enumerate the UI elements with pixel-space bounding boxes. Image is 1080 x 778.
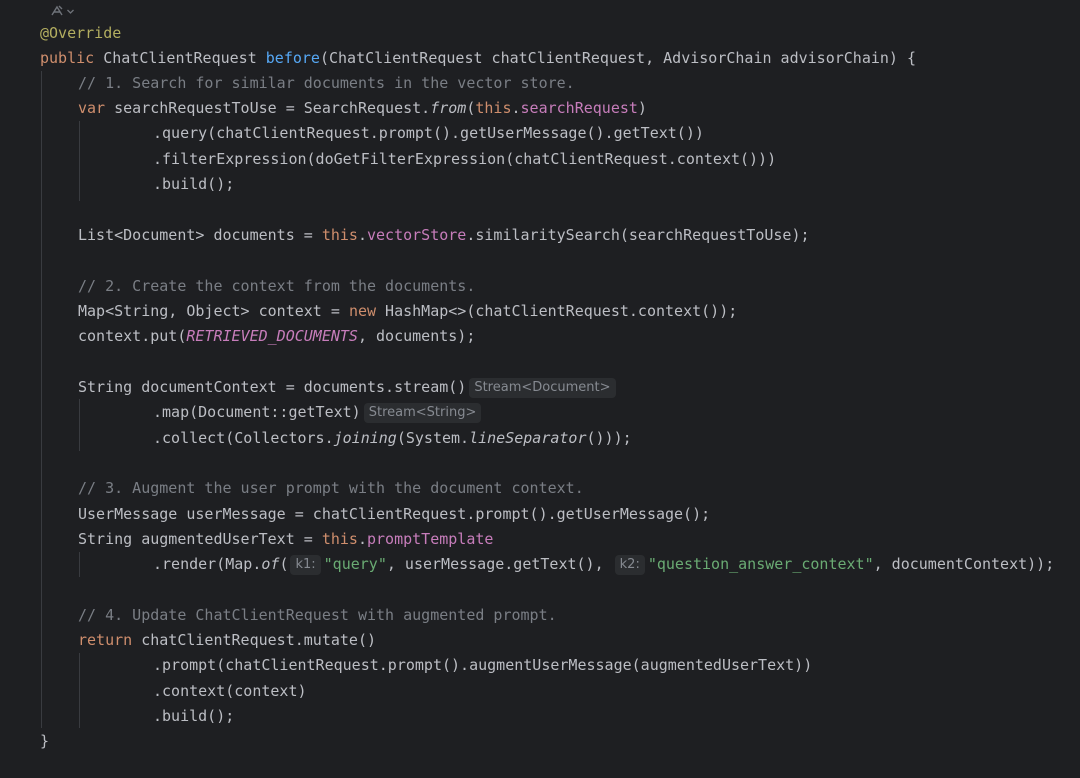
code-text: String augmentedUserText = <box>78 530 322 548</box>
type-hint: Stream<Document> <box>469 378 616 398</box>
code-text: .prompt(chatClientRequest.prompt().augme… <box>153 656 813 674</box>
code-line[interactable]: } <box>40 729 49 754</box>
code-text: ( <box>279 555 289 573</box>
static-method: of <box>261 555 280 573</box>
code-text: .render(Map. <box>153 555 262 573</box>
code-line[interactable]: // 4. Update ChatClientRequest with augm… <box>78 603 557 628</box>
code-text: .query(chatClientRequest.prompt().getUse… <box>153 124 704 142</box>
code-text: , documents); <box>357 327 476 345</box>
code-text: . <box>511 99 521 117</box>
keyword: this <box>321 530 358 548</box>
indent-guide <box>79 552 80 577</box>
parameter-hint: k1: <box>290 555 321 575</box>
code-line[interactable]: String augmentedUserText = this.promptTe… <box>78 527 493 552</box>
keyword: var <box>78 99 106 117</box>
code-text: context.put( <box>78 327 187 345</box>
code-line[interactable]: UserMessage userMessage = chatClientRequ… <box>78 502 710 527</box>
code-text: List<Document> documents = <box>78 226 322 244</box>
code-text: String documentContext = documents.strea… <box>78 378 467 396</box>
code-line[interactable]: .build(); <box>153 704 234 729</box>
code-text: (ChatClientRequest chatClientRequest, Ad… <box>319 49 916 67</box>
comment: // 1. Search for similar documents in th… <box>78 74 575 92</box>
code-text: ) <box>637 99 647 117</box>
code-line[interactable]: var searchRequestToUse = SearchRequest.f… <box>78 96 647 121</box>
inlay-hints-toggle[interactable] <box>50 3 75 21</box>
code-line[interactable]: // 3. Augment the user prompt with the d… <box>78 476 584 501</box>
indent-guide <box>79 399 80 451</box>
field: vectorStore <box>367 226 467 244</box>
code-text: ( <box>466 99 476 117</box>
string-literal: "question_answer_context" <box>647 555 874 573</box>
annotation: @Override <box>40 24 122 42</box>
code-text: .build(); <box>153 175 235 193</box>
code-text: UserMessage userMessage = chatClientRequ… <box>78 505 711 523</box>
code-text: .build(); <box>153 707 235 725</box>
code-line[interactable]: .build(); <box>153 172 234 197</box>
code-text: , userMessage.getText(), <box>386 555 613 573</box>
code-text: .filterExpression(doGetFilterExpression(… <box>153 150 777 168</box>
code-text: (System. <box>396 429 470 447</box>
code-line[interactable]: @Override <box>40 21 121 46</box>
static-method: joining <box>333 429 397 447</box>
closing-brace: } <box>40 732 50 750</box>
code-text: . <box>357 530 367 548</box>
code-line[interactable]: .context(context) <box>153 679 307 704</box>
type-hint: Stream<String> <box>363 403 482 423</box>
constant: RETRIEVED_DOCUMENTS <box>186 327 358 345</box>
code-line[interactable]: // 1. Search for similar documents in th… <box>78 71 575 96</box>
code-line[interactable]: // 2. Create the context from the docume… <box>78 274 475 299</box>
code-text: chatClientRequest.mutate() <box>132 631 377 649</box>
comment: // 3. Augment the user prompt with the d… <box>78 479 584 497</box>
string-literal: "query" <box>323 555 387 573</box>
code-text: ())); <box>586 429 632 447</box>
keyword: new <box>348 302 377 320</box>
comment: // 2. Create the context from the docume… <box>78 277 476 295</box>
type-name: ChatClientRequest <box>103 49 257 67</box>
code-line[interactable]: .prompt(chatClientRequest.prompt().augme… <box>153 653 812 678</box>
code-line[interactable]: Map<String, Object> context = new HashMa… <box>78 299 737 324</box>
code-line[interactable]: context.put(RETRIEVED_DOCUMENTS, documen… <box>78 324 475 349</box>
code-text: HashMap<>(chatClientRequest.context()); <box>376 302 738 320</box>
code-line[interactable]: .query(chatClientRequest.prompt().getUse… <box>153 121 704 146</box>
method-name: before <box>265 49 320 67</box>
inlay-settings-icon <box>50 4 64 21</box>
comment: // 4. Update ChatClientRequest with augm… <box>78 606 557 624</box>
chevron-down-icon <box>66 5 75 19</box>
field: promptTemplate <box>367 530 494 548</box>
code-line[interactable]: List<Document> documents = this.vectorSt… <box>78 223 810 248</box>
code-text: .context(context) <box>153 682 307 700</box>
indent-guide <box>41 71 42 728</box>
code-line[interactable]: public ChatClientRequest before(ChatClie… <box>40 46 916 71</box>
keyword: this <box>475 99 512 117</box>
code-line[interactable]: .filterExpression(doGetFilterExpression(… <box>153 147 776 172</box>
static-method: from <box>430 99 467 117</box>
code-text: , documentContext)); <box>873 555 1055 573</box>
indent-guide <box>79 121 80 201</box>
keyword: this <box>321 226 358 244</box>
code-line[interactable]: .collect(Collectors.joining(System.lineS… <box>153 426 632 451</box>
code-line[interactable]: .map(Document::getText) Stream<String> <box>153 400 482 425</box>
code-text: .map(Document::getText) <box>153 403 361 421</box>
code-text: .similaritySearch(searchRequestToUse); <box>466 226 810 244</box>
code-line[interactable]: String documentContext = documents.strea… <box>78 375 616 400</box>
code-text: Map<String, Object> context = <box>78 302 349 320</box>
field: searchRequest <box>520 99 638 117</box>
code-editor[interactable]: @Override public ChatClientRequest befor… <box>0 0 1080 778</box>
indent-guide <box>79 653 80 728</box>
code-line[interactable]: return chatClientRequest.mutate() <box>78 628 376 653</box>
parameter-hint: k2: <box>614 555 645 575</box>
keyword: public <box>40 49 95 67</box>
code-line[interactable]: .render(Map.of(k1: "query", userMessage.g… <box>153 552 1054 577</box>
code-text: .collect(Collectors. <box>153 429 334 447</box>
code-text: searchRequestToUse = SearchRequest. <box>105 99 431 117</box>
static-method: lineSeparator <box>469 429 587 447</box>
code-text: . <box>357 226 367 244</box>
keyword: return <box>78 631 133 649</box>
